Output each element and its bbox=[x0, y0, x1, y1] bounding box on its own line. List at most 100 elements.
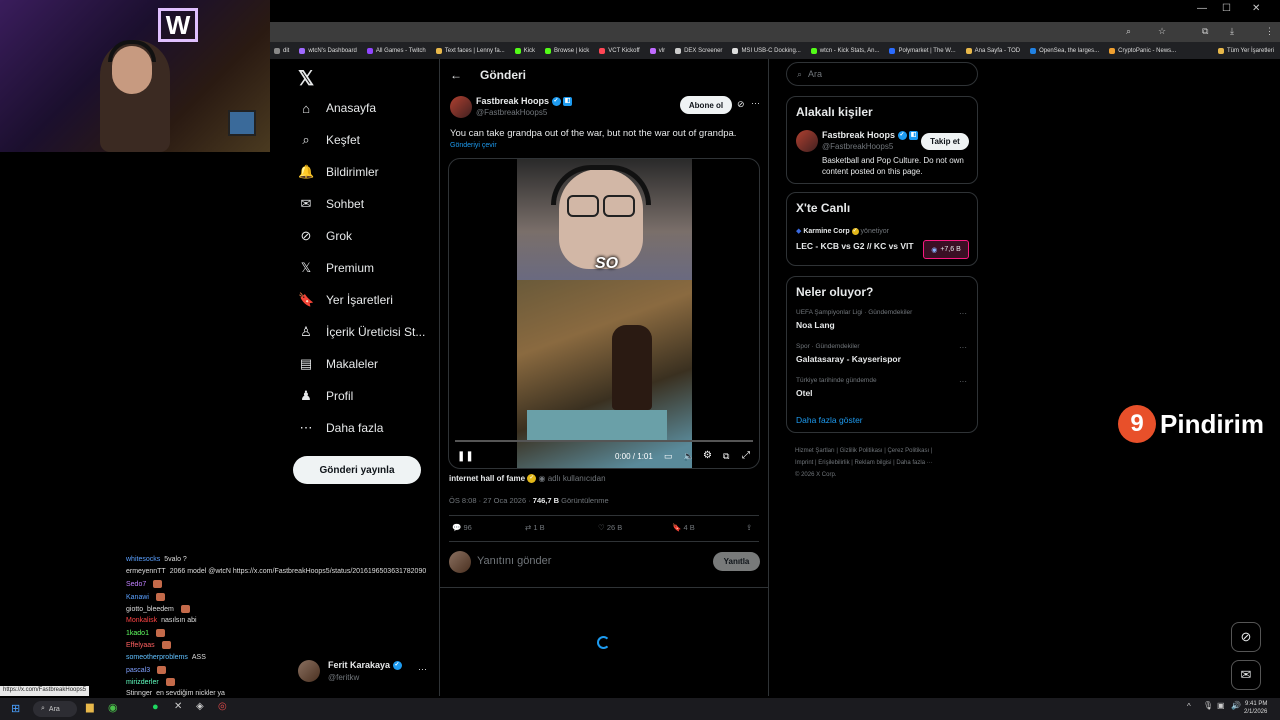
reply-action[interactable]: 💬 96 bbox=[452, 523, 472, 532]
bookmark-item[interactable]: CryptoPanic - News... bbox=[1109, 47, 1176, 54]
bookmark-item[interactable]: Browse | kick bbox=[545, 47, 589, 54]
maximize-button[interactable]: ☐ bbox=[1222, 3, 1231, 14]
bookmark-item[interactable]: OpenSea, the larges... bbox=[1030, 47, 1099, 54]
credit-name[interactable]: internet hall of fame bbox=[449, 474, 525, 483]
microphone-icon[interactable]: 🎙 bbox=[1203, 701, 1213, 710]
chat-username[interactable]: 1kado1 bbox=[126, 630, 149, 637]
bookmark-item[interactable]: Text faces | Lenny fa... bbox=[435, 47, 505, 54]
trend-name[interactable]: Otel bbox=[796, 388, 813, 398]
chat-username[interactable]: someotherproblems bbox=[126, 654, 188, 661]
bookmark-item[interactable]: dit bbox=[274, 47, 289, 54]
file-explorer-icon[interactable]: ▆ bbox=[86, 702, 94, 713]
reply-input[interactable]: Yanıtını gönder bbox=[477, 555, 551, 567]
chat-username[interactable]: pascal3 bbox=[126, 667, 150, 674]
live-card[interactable]: X'te Canlı ◆ Karmine Corp ✓ yönetiyor LE… bbox=[786, 192, 978, 266]
video-progress-bar[interactable] bbox=[455, 440, 753, 442]
bookmark-item[interactable]: Polymarket | The W... bbox=[889, 47, 956, 54]
close-window-button[interactable]: ✕ bbox=[1252, 3, 1260, 14]
chat-username[interactable]: Effelyaas bbox=[126, 642, 155, 649]
windows-start-icon[interactable]: ⊞ bbox=[11, 702, 20, 715]
post-button[interactable]: Gönderi yayınla bbox=[293, 456, 421, 484]
minimize-button[interactable]: — bbox=[1197, 3, 1207, 14]
x-logo[interactable]: 𝕏 bbox=[298, 66, 314, 91]
nav-item[interactable]: 𝕏 Premium bbox=[298, 256, 438, 280]
search-input[interactable]: Ara bbox=[808, 69, 822, 79]
trend-name[interactable]: Noa Lang bbox=[796, 320, 835, 330]
related-avatar[interactable] bbox=[796, 130, 818, 152]
tray-chevron-icon[interactable]: ^ bbox=[1187, 702, 1191, 711]
grok-fab-icon[interactable]: ⊘ bbox=[1231, 622, 1261, 652]
x-app-icon[interactable]: ✕ bbox=[174, 701, 182, 712]
trend-more-icon[interactable]: ··· bbox=[959, 377, 967, 386]
account-more-icon[interactable]: ··· bbox=[418, 664, 427, 674]
taskbar-search[interactable]: ⌕ Ara bbox=[33, 701, 77, 717]
menu-icon[interactable]: ⋮ bbox=[1265, 26, 1274, 37]
author-avatar[interactable] bbox=[450, 96, 472, 118]
address-bar[interactable]: ⌕ ☆ ⧉ ⤓ ⋮ bbox=[270, 22, 1280, 42]
captions-icon[interactable]: ▭ bbox=[664, 451, 673, 462]
zoom-icon[interactable]: ⌕ bbox=[1126, 26, 1131, 37]
pause-icon[interactable]: ❚❚ bbox=[457, 451, 474, 462]
nav-item[interactable]: ⊘ Grok bbox=[298, 224, 438, 248]
mute-icon[interactable]: 🔈 bbox=[683, 451, 694, 462]
nav-item[interactable]: 🔔 Bildirimler bbox=[298, 160, 438, 184]
spotify-icon[interactable]: ● bbox=[152, 701, 159, 713]
bookmark-item[interactable]: wtcN's Dashboard bbox=[299, 47, 357, 54]
bookmark-item[interactable]: Kick bbox=[514, 47, 535, 54]
messages-fab-icon[interactable]: ✉ bbox=[1231, 660, 1261, 690]
follow-button[interactable]: Takip et bbox=[921, 133, 969, 150]
download-icon[interactable]: ⤓ bbox=[1230, 26, 1234, 37]
bookmark-item[interactable]: All Games - Twitch bbox=[366, 47, 426, 54]
author-name-row[interactable]: Fastbreak Hoops ✓ ◧ bbox=[476, 96, 573, 107]
bookmark-item[interactable]: VCT Kickoff bbox=[599, 47, 640, 54]
nav-item[interactable]: ▤ Makaleler bbox=[298, 352, 438, 376]
more-icon[interactable]: ··· bbox=[751, 98, 760, 108]
nav-item[interactable]: 🔖 Yer İşaretleri bbox=[298, 288, 438, 312]
back-arrow-icon[interactable]: ← bbox=[450, 68, 462, 82]
taskbar-clock[interactable]: 9:41 PM 2/1/2026 bbox=[1244, 700, 1267, 716]
author-handle[interactable]: @FastbreakHoops5 bbox=[476, 108, 547, 117]
nav-item[interactable]: ⌂ Anasayfa bbox=[298, 96, 438, 120]
nav-item[interactable]: ⌕ Keşfet bbox=[298, 128, 438, 152]
nav-item[interactable]: ♟ Profil bbox=[298, 384, 438, 408]
chat-username[interactable]: Kanawi bbox=[126, 593, 149, 600]
chat-username[interactable]: whitesocks bbox=[126, 556, 160, 563]
search-box[interactable]: ⌕ Ara bbox=[786, 62, 978, 86]
bookmark-item[interactable]: Ana Sayfa - TOD bbox=[965, 47, 1020, 54]
bookmark-action[interactable]: 🔖 4 B bbox=[672, 523, 695, 532]
author-name[interactable]: Fastbreak Hoops bbox=[476, 96, 549, 106]
network-icon[interactable]: ▣ bbox=[1217, 701, 1225, 710]
steam-icon[interactable]: ◈ bbox=[196, 701, 204, 712]
chat-username[interactable]: Sedo7 bbox=[126, 581, 146, 588]
extensions-icon[interactable]: ⧉ bbox=[1202, 26, 1208, 37]
subscribe-button[interactable]: Abone ol bbox=[680, 96, 732, 114]
video-player[interactable]: SO ❚❚ 0:00 / 1:01 ▭ 🔈 ⚙ ⧉ ⤢ bbox=[448, 158, 760, 469]
trend-more-icon[interactable]: ··· bbox=[959, 309, 967, 318]
chat-username[interactable]: giotto_bleedem bbox=[126, 606, 174, 613]
chat-username[interactable]: Stinnger bbox=[126, 690, 152, 697]
trend-name[interactable]: Galatasaray - Kayserispor bbox=[796, 354, 901, 364]
grok-icon[interactable]: ⊘ bbox=[737, 99, 745, 110]
reply-button[interactable]: Yanıtla bbox=[713, 552, 760, 571]
settings-icon[interactable]: ⚙ bbox=[703, 450, 712, 461]
retweet-action[interactable]: ⇄ 1 B bbox=[525, 523, 545, 532]
nav-item[interactable]: ♙ İçerik Üreticisi St... bbox=[298, 320, 438, 344]
translate-link[interactable]: Gönderiyi çevir bbox=[450, 142, 497, 149]
related-name-row[interactable]: Fastbreak Hoops ✓ ◧ bbox=[822, 130, 919, 141]
bookmark-item[interactable]: Tüm Yer İşaretleri bbox=[1217, 47, 1274, 54]
obs-icon[interactable]: ◎ bbox=[218, 701, 227, 712]
trend-more-icon[interactable]: ··· bbox=[959, 343, 967, 352]
bookmark-item[interactable]: MSI USB-C Docking... bbox=[732, 47, 801, 54]
related-handle[interactable]: @FastbreakHoops5 bbox=[822, 142, 893, 151]
bookmark-item[interactable]: vlr bbox=[649, 47, 665, 54]
chat-username[interactable]: Monkalisk bbox=[126, 617, 157, 624]
bookmark-item[interactable]: DEX Screener bbox=[675, 47, 722, 54]
chat-username[interactable]: mirizderler bbox=[126, 679, 159, 686]
nav-item[interactable]: ✉ Sohbet bbox=[298, 192, 438, 216]
account-switcher[interactable]: Ferit Karakaya ✓ @feritkw ··· bbox=[298, 658, 433, 686]
chat-username[interactable]: ermeyennTT bbox=[126, 568, 166, 575]
popout-icon[interactable]: ⧉ bbox=[723, 451, 729, 462]
fullscreen-icon[interactable]: ⤢ bbox=[742, 450, 750, 461]
show-more-link[interactable]: Daha fazla göster bbox=[796, 415, 863, 425]
chrome-icon[interactable]: ◉ bbox=[108, 701, 118, 714]
